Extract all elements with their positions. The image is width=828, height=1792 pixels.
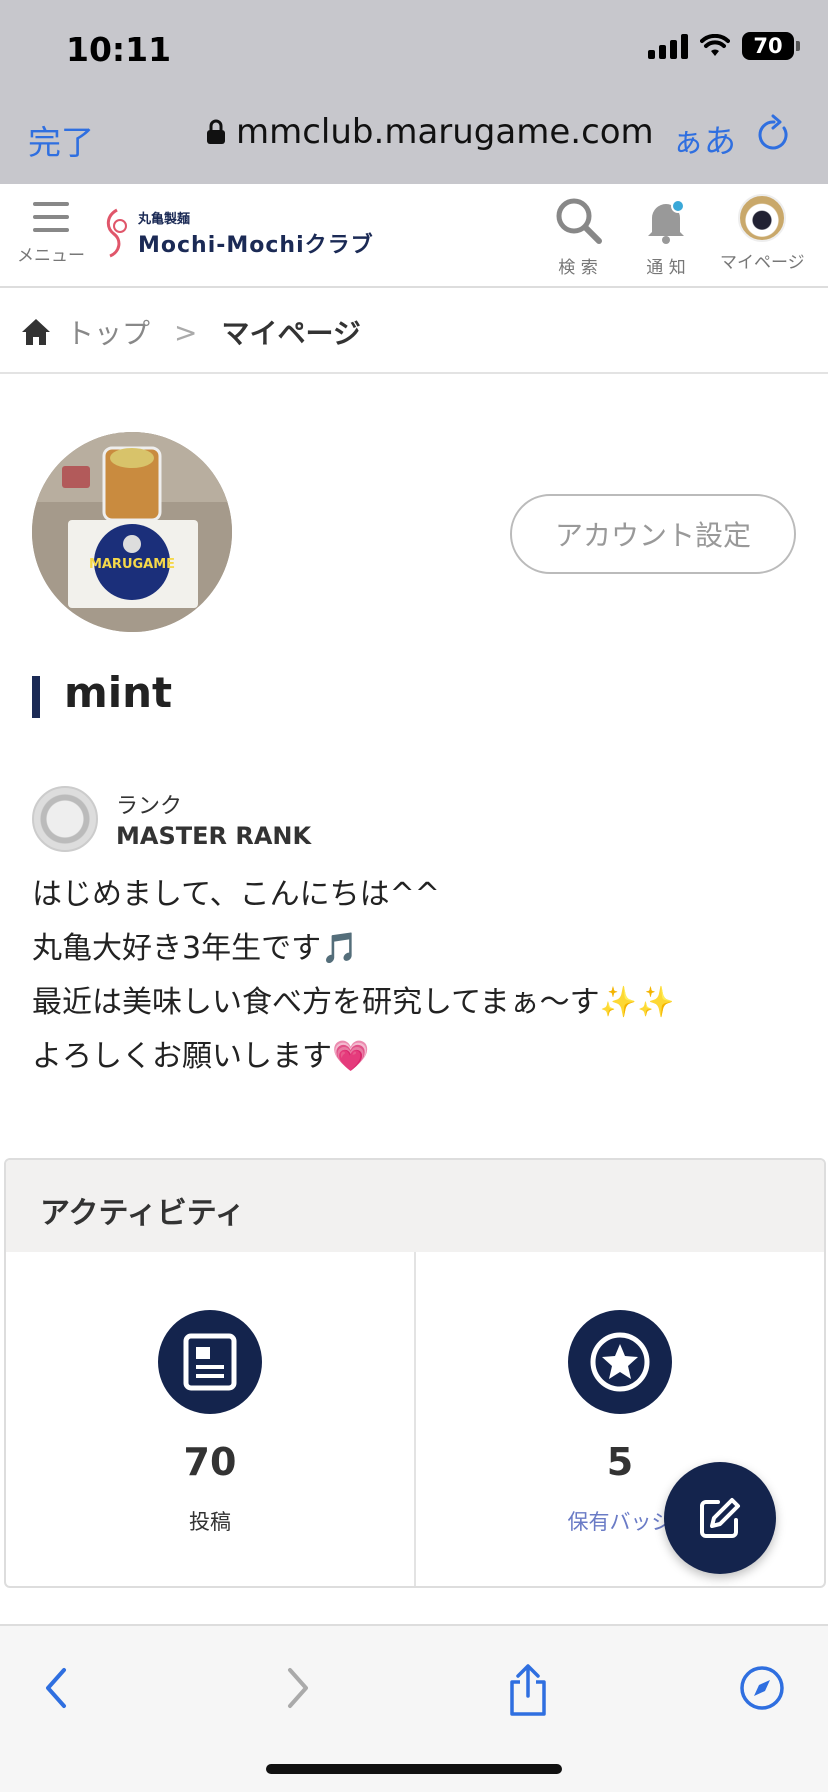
share-icon[interactable] [504,1662,552,1718]
bio-line: 丸亀大好き3年生です🎵 [32,931,359,966]
wifi-icon [700,34,730,56]
browser-top-chrome: 10:11 70 完了 mmclub.marugame.com ぁあ [0,0,828,184]
username: mint [64,668,173,717]
search-button[interactable]: 検 索 [552,194,604,278]
done-button[interactable]: 完了 [28,116,94,164]
text-size-button[interactable]: ぁあ [672,116,736,162]
bio-line: 最近は美味しい食べ方を研究してまぁ〜す✨✨ [32,985,675,1020]
star-badge-icon [590,1332,650,1392]
profile-bio: はじめまして、こんにちは^^ 丸亀大好き3年生です🎵 最近は美味しい食べ方を研究… [32,868,674,1084]
back-icon[interactable] [40,1662,76,1714]
username-accent-bar [32,676,40,718]
profile-avatar: MARUGAME [32,432,232,632]
menu-button[interactable]: メニュー [16,202,86,266]
address-bar[interactable]: mmclub.marugame.com [206,112,654,152]
posts-label: 投稿 [189,1510,231,1534]
search-label: 検 索 [558,258,598,278]
notification-button[interactable]: 通 知 [640,194,692,278]
notify-label: 通 知 [646,258,686,278]
rank-label: ランク [116,794,183,819]
cellular-signal-icon [648,33,688,59]
menu-label: メニュー [17,246,85,266]
bio-line: よろしくお願いします💗 [32,1039,370,1074]
site-logo[interactable]: 丸亀製麺 Mochi-Mochiクラブ [102,206,374,260]
status-time: 10:11 [66,30,172,69]
posts-circle [158,1310,262,1414]
status-icons: 70 [648,32,800,60]
breadcrumb-current: マイページ [221,317,361,350]
edit-icon [700,1498,740,1538]
breadcrumb: トップ > マイページ [20,312,361,352]
badges-circle [568,1310,672,1414]
svg-text:MARUGAME: MARUGAME [89,557,175,572]
breadcrumb-separator: > [174,315,198,349]
home-icon[interactable] [20,317,52,347]
posts-count: 70 [183,1440,237,1484]
logo-mark-icon [106,208,127,258]
compass-icon[interactable] [738,1662,786,1714]
url-text: mmclub.marugame.com [236,112,654,152]
hamburger-icon [16,202,86,232]
posts-stat[interactable]: 70 投稿 [6,1252,414,1586]
compose-fab-button[interactable] [664,1462,776,1574]
document-icon [183,1333,237,1391]
profile-photo-image: MARUGAME [32,432,232,632]
battery-icon: 70 [742,32,800,60]
breadcrumb-top-link[interactable]: トップ [66,312,150,352]
bell-icon [648,199,685,244]
lock-icon [207,119,225,144]
app-header: メニュー 丸亀製麺 Mochi-Mochiクラブ 検 索 通 知 マイページ [0,184,828,288]
badges-count: 5 [606,1440,634,1484]
account-settings-button[interactable]: アカウント設定 [510,494,796,574]
mypage-button[interactable]: マイページ [720,194,805,273]
rank-value: MASTER RANK [116,822,312,850]
user-avatar-small [738,194,787,242]
bio-line: はじめまして、こんにちは^^ [32,877,440,912]
mypage-label: マイページ [720,253,805,273]
reload-icon[interactable] [756,114,792,154]
search-icon [556,198,602,244]
rank-badge-icon [32,786,98,852]
forward-icon[interactable] [278,1662,314,1714]
logo-main-text: Mochi-Mochiクラブ [138,232,374,258]
home-indicator[interactable] [266,1764,562,1774]
divider [0,372,828,374]
logo-sub-text: 丸亀製麺 [138,211,191,227]
activity-title: アクティビティ [6,1160,824,1252]
